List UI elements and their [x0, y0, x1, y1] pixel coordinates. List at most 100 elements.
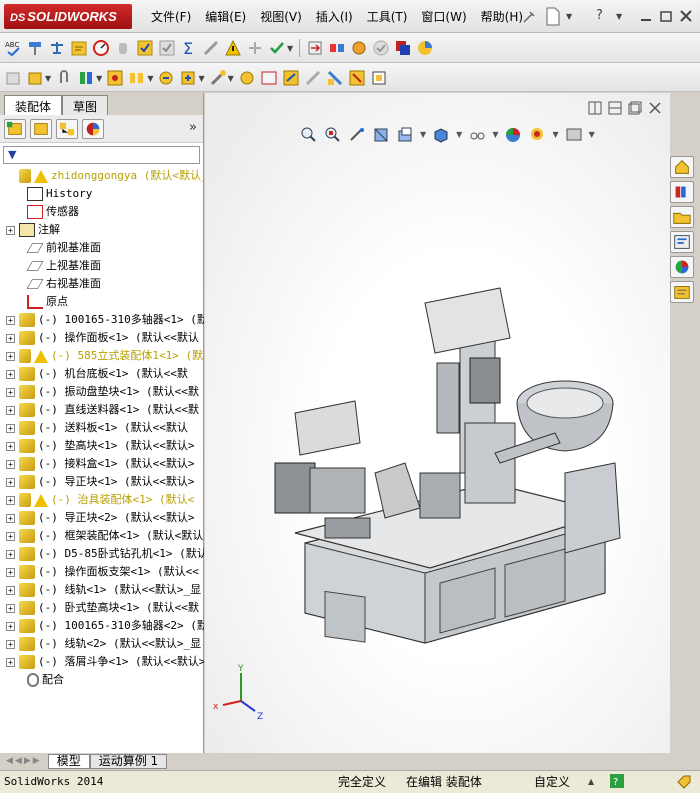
- tree-item[interactable]: 原点: [0, 293, 204, 311]
- menu-edit[interactable]: 编辑(E): [198, 8, 253, 26]
- sum-icon[interactable]: Σ: [180, 39, 198, 57]
- hide-show-dropdown-icon[interactable]: ▼: [492, 126, 498, 144]
- expand-toggle-icon[interactable]: +: [6, 495, 15, 505]
- menu-file[interactable]: 文件(F): [144, 8, 198, 26]
- new-document-icon[interactable]: [545, 7, 561, 26]
- expand-toggle-icon[interactable]: +: [6, 621, 15, 631]
- expand-toggle-icon[interactable]: +: [6, 387, 15, 397]
- expand-toggle-icon[interactable]: +: [6, 567, 15, 577]
- tab-sketch[interactable]: 草图: [62, 95, 109, 115]
- warning-icon[interactable]: [224, 39, 242, 57]
- new-dropdown-icon[interactable]: ▼: [566, 12, 572, 21]
- scene-dropdown-icon[interactable]: ▼: [552, 126, 558, 144]
- tag-icon[interactable]: [676, 774, 692, 790]
- tree-item[interactable]: History: [0, 185, 204, 203]
- feature-manager-icon[interactable]: [4, 118, 26, 139]
- previous-view-icon[interactable]: [348, 126, 366, 144]
- tree-item[interactable]: 上视基准面: [0, 257, 204, 275]
- import-icon[interactable]: [306, 39, 324, 57]
- configuration-manager-icon[interactable]: [56, 118, 78, 139]
- new-motion-study-icon[interactable]: [282, 69, 300, 87]
- appearances-scenes-icon[interactable]: [670, 256, 694, 278]
- expand-toggle-icon[interactable]: +: [6, 531, 15, 541]
- gears-icon[interactable]: [350, 39, 368, 57]
- pattern-icon[interactable]: [106, 69, 124, 87]
- menu-window[interactable]: 窗口(W): [414, 8, 473, 26]
- gauge-icon[interactable]: [92, 39, 110, 57]
- assembly-model[interactable]: [265, 283, 625, 693]
- check-grey-icon[interactable]: [158, 39, 176, 57]
- restore-icon[interactable]: [658, 8, 674, 24]
- tree-item[interactable]: + (-) 线轨<2> (默认<<默认>_显: [0, 635, 204, 653]
- linear-pattern-icon[interactable]: [128, 69, 146, 87]
- expand-toggle-icon[interactable]: +: [6, 315, 15, 325]
- view-settings-icon[interactable]: [565, 126, 583, 144]
- tree-item[interactable]: 右视基准面: [0, 275, 204, 293]
- close-icon[interactable]: [678, 8, 694, 24]
- tab-scroll-arrows[interactable]: ◀◀▶▶: [6, 756, 42, 766]
- tree-item[interactable]: + (-) 100165-310多轴器<1> (默: [0, 311, 204, 329]
- expand-toggle-icon[interactable]: +: [6, 225, 15, 235]
- note-icon[interactable]: [70, 39, 88, 57]
- expand-toggle-icon[interactable]: +: [6, 585, 15, 595]
- view-orientation-dropdown-icon[interactable]: ▼: [420, 126, 426, 144]
- spell-check-icon[interactable]: ABC: [4, 39, 22, 57]
- tree-item[interactable]: + (-) D5-85卧式钻孔机<1> (默认: [0, 545, 204, 563]
- menu-insert[interactable]: 插入(I): [309, 8, 360, 26]
- view-orientation-icon[interactable]: [432, 126, 450, 144]
- expand-toggle-icon[interactable]: +: [6, 333, 15, 343]
- split-view-icon[interactable]: [588, 101, 602, 115]
- property-manager-icon[interactable]: [30, 118, 52, 139]
- viewport-restore-icon[interactable]: [628, 101, 642, 115]
- assembly-visualization-icon[interactable]: [328, 39, 346, 57]
- tree-item[interactable]: + (-) 线轨<1> (默认<<默认>_显: [0, 581, 204, 599]
- split-icon[interactable]: [246, 39, 264, 57]
- expand-panel-icon[interactable]: »: [189, 120, 197, 135]
- tree-item[interactable]: + (-) 落屑斗争<1> (默认<<默认>: [0, 653, 204, 671]
- expand-toggle-icon[interactable]: +: [6, 477, 15, 487]
- check-grey2-icon[interactable]: [372, 39, 390, 57]
- view-palette-icon[interactable]: [670, 231, 694, 253]
- show-hidden-icon[interactable]: [209, 69, 227, 87]
- tree-item[interactable]: + (-) 振动盘垫块<1> (默认<<默: [0, 383, 204, 401]
- expand-toggle-icon[interactable]: +: [6, 459, 15, 469]
- expand-toggle-icon[interactable]: +: [6, 423, 15, 433]
- tree-item[interactable]: + (-) 导正块<2> (默认<<默认>: [0, 509, 204, 527]
- expand-toggle-icon[interactable]: +: [6, 549, 15, 559]
- explode-line-icon[interactable]: [348, 69, 366, 87]
- tab-assembly[interactable]: 装配体: [4, 95, 63, 115]
- menu-tools[interactable]: 工具(T): [360, 8, 415, 26]
- file-explorer-icon[interactable]: [670, 206, 694, 228]
- tree-item[interactable]: + (-) 585立式装配体1<1> (默: [0, 347, 204, 365]
- tree-item[interactable]: + (-) 卧式垫高块<1> (默认<<默: [0, 599, 204, 617]
- instant3d-icon[interactable]: [370, 69, 388, 87]
- tree-item[interactable]: + (-) 100165-310多轴器<2> (默: [0, 617, 204, 635]
- menu-view[interactable]: 视图(V): [253, 8, 309, 26]
- solidworks-logo[interactable]: DS SOLIDWORKS: [4, 4, 132, 29]
- expand-toggle-icon[interactable]: +: [6, 351, 15, 361]
- show-hidden-dropdown-icon[interactable]: ▼: [228, 74, 234, 83]
- move-component-icon[interactable]: [179, 69, 197, 87]
- paperclip-icon[interactable]: [55, 69, 73, 87]
- expand-toggle-icon[interactable]: +: [6, 405, 15, 415]
- expand-toggle-icon[interactable]: +: [6, 369, 15, 379]
- tree-item[interactable]: + (-) 垫高块<1> (默认<<默认>: [0, 437, 204, 455]
- hide-show-items-icon[interactable]: [468, 126, 486, 144]
- tree-item[interactable]: + (-) 直线送料器<1> (默认<<默: [0, 401, 204, 419]
- tree-item[interactable]: + (-) 机台底板<1> (默认<<默: [0, 365, 204, 383]
- help-icon[interactable]: ?: [596, 8, 603, 23]
- view-settings-dropdown-icon[interactable]: ▼: [589, 126, 595, 144]
- check-routine-dropdown-icon[interactable]: ▼: [287, 44, 293, 53]
- graphics-area[interactable]: ▼ ▼ ▼ ▼ ▼ Y x Z: [205, 93, 670, 753]
- tree-root[interactable]: zhidonggongya (默认<默认_显: [0, 167, 204, 185]
- pattern-dropdown-icon[interactable]: ▼: [147, 74, 153, 83]
- viewport-close-icon[interactable]: [648, 101, 662, 115]
- split-horizontal-icon[interactable]: [608, 101, 622, 115]
- color-wheel-icon[interactable]: [416, 39, 434, 57]
- home-icon[interactable]: [670, 156, 694, 178]
- tree-item[interactable]: + 注解: [0, 221, 204, 239]
- tree-item[interactable]: + (-) 操作面板支架<1> (默认<<: [0, 563, 204, 581]
- section-view-icon[interactable]: [372, 126, 390, 144]
- units-dropdown-icon[interactable]: ▲: [588, 774, 594, 790]
- tree-item[interactable]: 配合: [0, 671, 204, 689]
